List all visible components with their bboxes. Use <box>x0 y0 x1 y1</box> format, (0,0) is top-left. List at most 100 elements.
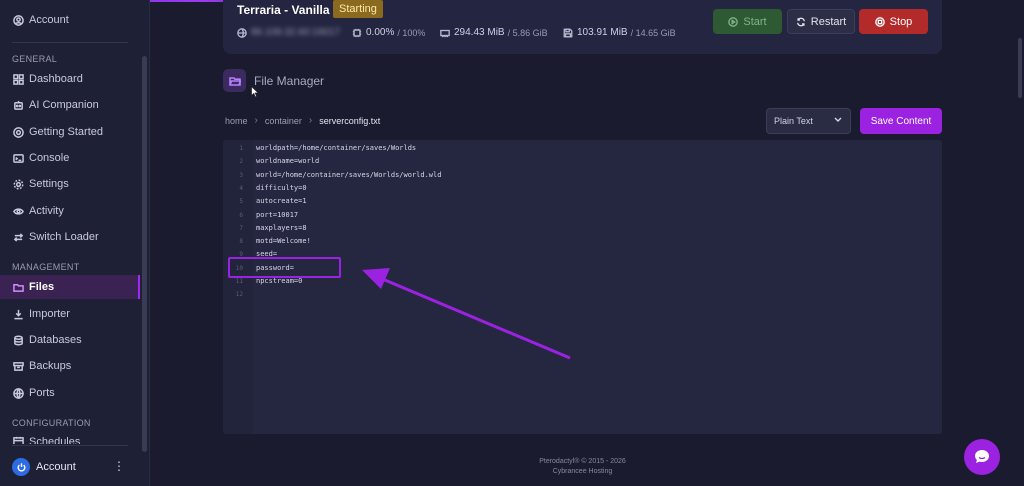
stop-icon <box>874 16 885 27</box>
code-line[interactable]: difficulty=0 <box>256 184 307 192</box>
cpu-limit: / 100% <box>397 27 426 38</box>
language-mode-select[interactable]: Plain Text <box>766 108 851 134</box>
start-button[interactable]: Start <box>713 9 782 34</box>
restart-label: Restart <box>810 15 847 28</box>
sidebar-item-label: Activity <box>29 205 64 217</box>
start-label: Start <box>743 15 767 28</box>
sidebar: Account GENERAL Dashboard AI Companion G… <box>0 0 150 486</box>
code-line[interactable]: world=/home/container/saves/Worlds/world… <box>256 171 441 179</box>
sidebar-item-dashboard[interactable]: Dashboard <box>0 67 140 91</box>
sidebar-item-label: Switch Loader <box>29 231 99 243</box>
account-label: Account <box>36 461 76 473</box>
line-number: 2 <box>239 158 243 166</box>
sidebar-item-label: Schedules <box>29 436 81 444</box>
sidebar-scrollbar[interactable] <box>142 56 147 452</box>
terminal-icon <box>13 153 24 164</box>
restart-button[interactable]: Restart <box>787 9 855 34</box>
sidebar-item-getting-started[interactable]: Getting Started <box>0 120 140 144</box>
server-ip-value: 86.109.32.60:16017 <box>251 27 340 38</box>
power-avatar-icon <box>12 458 30 476</box>
code-line[interactable]: maxplayers=8 <box>256 224 307 232</box>
more-options-icon[interactable]: ⋮ <box>113 459 125 473</box>
line-number: 6 <box>239 211 243 219</box>
archive-icon <box>13 361 24 372</box>
sidebar-item-databases[interactable]: Databases <box>0 328 140 352</box>
memory-limit: / 5.86 GiB <box>507 27 548 38</box>
sidebar-item-switch-loader[interactable]: Switch Loader <box>0 225 140 249</box>
sidebar-item-label: Settings <box>29 178 69 190</box>
sidebar-item-schedules[interactable]: Schedules <box>0 432 140 444</box>
code-line[interactable]: worldname=world <box>256 157 319 165</box>
line-number: 7 <box>239 224 243 232</box>
code-line[interactable]: port=10017 <box>256 211 298 219</box>
save-content-button[interactable]: Save Content <box>860 108 942 134</box>
code-editor[interactable]: 1 worldpath=/home/container/saves/Worlds 2… <box>223 140 942 434</box>
cpu-icon <box>352 28 362 37</box>
save-disk-icon <box>563 28 573 37</box>
sidebar-item-label: Getting Started <box>29 126 103 138</box>
line-number: 12 <box>235 291 243 299</box>
breadcrumb-home[interactable]: home <box>225 116 248 126</box>
sidebar-item-label: Console <box>29 152 70 164</box>
memory-value: 294.43 MiB <box>454 27 505 38</box>
breadcrumb-container[interactable]: container <box>265 116 302 126</box>
sidebar-item-label: Dashboard <box>29 73 83 85</box>
chevron-right-icon: › <box>308 115 313 126</box>
code-line[interactable]: autocreate=1 <box>256 197 307 205</box>
globe-icon <box>237 27 247 38</box>
play-icon <box>728 16 739 27</box>
sidebar-divider <box>12 445 128 446</box>
folder-icon <box>13 282 24 293</box>
globe-icon <box>13 387 24 399</box>
sidebar-item-label: AI Companion <box>29 99 99 111</box>
disk-limit: / 14.65 GiB <box>630 27 676 38</box>
sidebar-item-backups[interactable]: Backups <box>0 354 140 378</box>
server-ip: 86.109.32.60:16017 <box>237 27 340 38</box>
sidebar-item-label: Importer <box>29 308 70 320</box>
chat-button[interactable] <box>964 439 1000 475</box>
stop-label: Stop <box>889 15 913 28</box>
chat-bubble-icon <box>975 450 989 463</box>
sidebar-item-files[interactable]: Files <box>0 275 140 299</box>
sidebar-item-importer[interactable]: Importer <box>0 302 140 326</box>
breadcrumb-current-file: serverconfig.txt <box>319 115 381 126</box>
code-line[interactable]: motd=Welcome! <box>256 237 311 245</box>
sidebar-item-activity[interactable]: Activity <box>0 199 140 223</box>
server-name: Terraria - Vanilla <box>237 3 330 17</box>
page-title: File Manager <box>254 74 325 88</box>
sidebar-item-ports[interactable]: Ports <box>0 381 140 405</box>
calendar-icon <box>13 436 24 444</box>
annotation-arrow-icon <box>362 268 571 360</box>
page-scrollbar[interactable] <box>1016 0 1024 486</box>
chevron-down-icon <box>834 117 842 122</box>
gear-icon <box>13 179 24 190</box>
line-number: 3 <box>239 171 243 179</box>
download-icon <box>13 309 24 320</box>
sidebar-divider <box>12 42 128 43</box>
code-line[interactable]: npcstream=0 <box>256 277 302 285</box>
mouse-cursor-icon <box>251 86 259 98</box>
sidebar-item-ai-companion[interactable]: AI Companion <box>0 93 140 117</box>
folder-open-icon <box>223 69 246 92</box>
sidebar-item-account[interactable]: Account <box>0 8 140 32</box>
sidebar-item-label: Ports <box>29 387 55 399</box>
sidebar-item-console[interactable]: Console <box>0 146 140 170</box>
server-header: Terraria - Vanilla Starting 86.109.32.60… <box>223 0 942 54</box>
section-configuration: CONFIGURATION <box>12 418 91 428</box>
code-line[interactable]: worldpath=/home/container/saves/Worlds <box>256 144 416 152</box>
memory-usage: 294.43 MiB / 5.86 GiB <box>440 27 548 38</box>
line-number: 5 <box>239 198 243 206</box>
account-menu[interactable]: Account ⋮ <box>0 452 140 482</box>
line-number: 4 <box>239 184 243 192</box>
sidebar-item-label: Backups <box>29 360 72 372</box>
section-general: GENERAL <box>12 54 58 64</box>
page-scrollbar-thumb[interactable] <box>1018 38 1022 98</box>
highlight-box <box>228 257 341 278</box>
stop-button[interactable]: Stop <box>859 9 928 34</box>
section-management: MANAGEMENT <box>12 262 80 272</box>
eye-icon <box>13 206 24 217</box>
language-mode-value: Plain Text <box>774 116 813 126</box>
database-icon <box>13 335 24 346</box>
sidebar-item-label: Files <box>29 281 55 293</box>
sidebar-item-settings[interactable]: Settings <box>0 172 140 196</box>
